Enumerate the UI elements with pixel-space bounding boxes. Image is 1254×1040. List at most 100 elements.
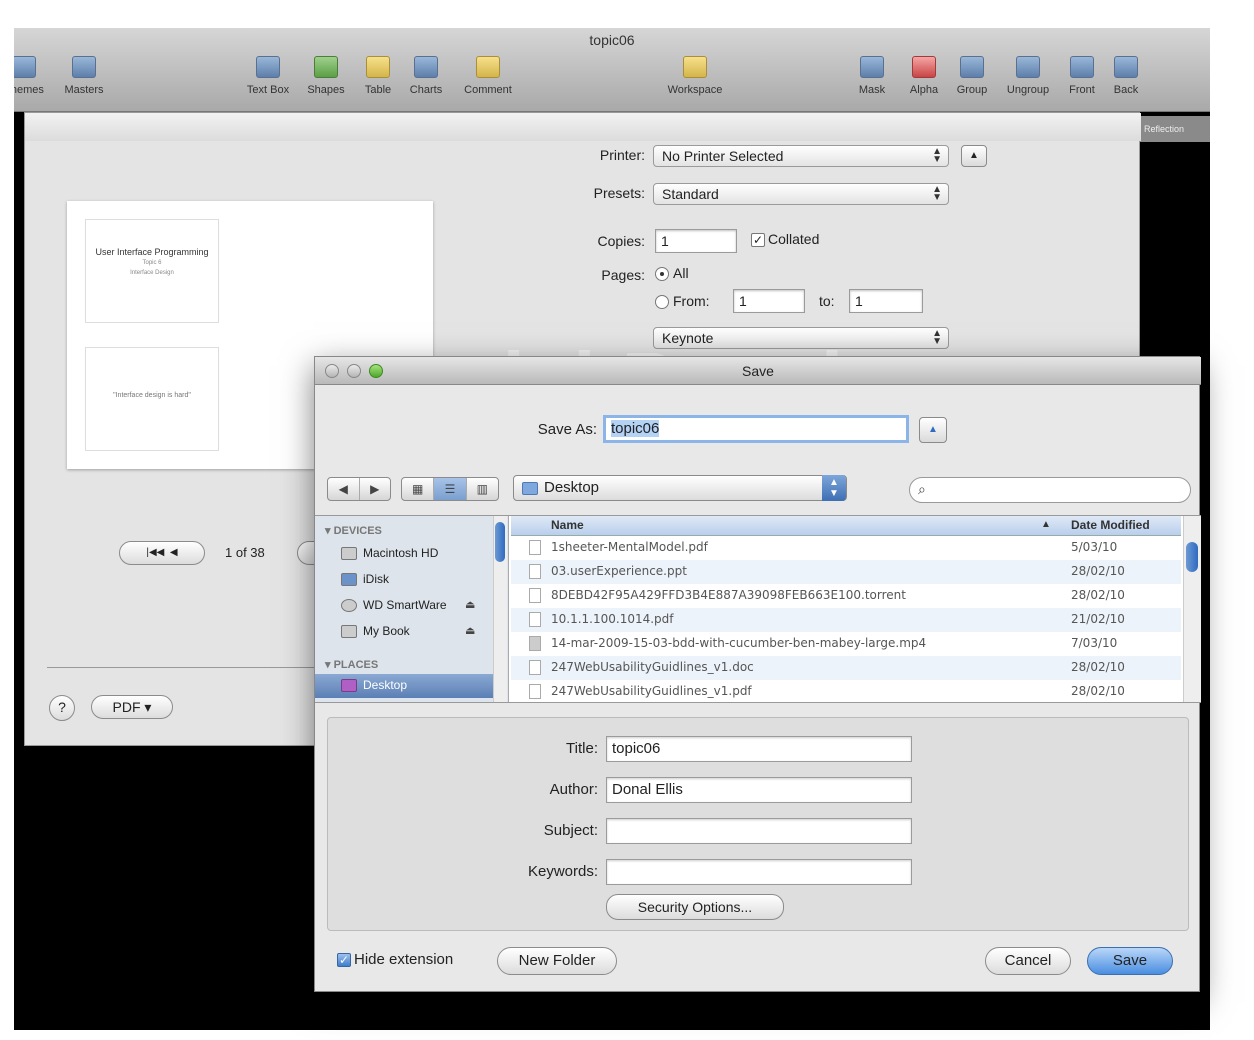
masters-icon <box>72 56 96 78</box>
security-options-button[interactable]: Security Options... <box>606 894 784 920</box>
column-header-date[interactable]: Date Modified <box>1071 518 1150 532</box>
sidebar-item-wd-smartware[interactable]: WD SmartWare <box>341 598 447 613</box>
file-row[interactable]: 247WebUsabilityGuidlines_v1.pdf 28/02/10 <box>511 680 1181 704</box>
help-button[interactable]: ? <box>49 695 75 721</box>
copies-field[interactable]: 1 <box>655 229 737 253</box>
toolbar-shapes[interactable]: Shapes <box>298 56 354 96</box>
popup-arrows-icon: ▲ ▼ <box>932 328 942 347</box>
collated-label: Collated <box>768 231 820 247</box>
file-date: 5/03/10 <box>1071 540 1118 554</box>
sidebar-item-my-book[interactable]: My Book <box>341 624 410 639</box>
forward-arrow-icon[interactable]: ▶ <box>360 478 391 500</box>
pages-from-radio[interactable]: From: <box>655 293 710 310</box>
file-icon <box>529 588 541 603</box>
list-view-icon[interactable]: ☰ <box>434 478 467 500</box>
toolbar-ungroup[interactable]: Ungroup <box>1000 56 1056 96</box>
back-arrow-icon[interactable]: ◀ <box>328 478 360 500</box>
collated-checkbox[interactable]: ✓ Collated <box>751 231 820 248</box>
eject-icon[interactable]: ⏏ <box>465 598 475 611</box>
print-section-popup[interactable]: Keynote ▲ ▼ <box>653 327 949 349</box>
printer-value: No Printer Selected <box>662 148 784 164</box>
file-list-scroll-thumb[interactable] <box>1186 542 1198 572</box>
search-input[interactable]: ⌕ <box>909 477 1191 503</box>
toolbar-comment[interactable]: Comment <box>460 56 516 96</box>
file-name: 8DEBD42F95A429FFD3B4E887A39098FEB663E100… <box>551 588 906 602</box>
save-button[interactable]: Save <box>1087 947 1173 975</box>
file-row[interactable]: 8DEBD42F95A429FFD3B4E887A39098FEB663E100… <box>511 584 1181 608</box>
slide-quote: "Interface design is hard" <box>113 392 191 399</box>
toolbar-masters[interactable]: Masters <box>56 56 112 96</box>
author-label: Author: <box>549 781 598 798</box>
window-toolbar: topic06 Themes Masters Text Box Shapes T… <box>14 28 1210 112</box>
slide-topic: Topic 6 <box>142 260 162 266</box>
file-icon <box>529 564 541 579</box>
view-mode-control[interactable]: ▦ ☰ ▥ <box>401 477 499 501</box>
idisk-icon <box>341 573 357 587</box>
hide-extension-checkbox[interactable]: ✓ Hide extension <box>337 951 453 968</box>
document-properties-panel: Title: topic06 Author: Donal Ellis Subje… <box>327 717 1189 931</box>
popup-arrows-icon: ▲ ▼ <box>932 184 942 203</box>
save-as-field[interactable]: topic06 <box>603 415 909 443</box>
file-icon <box>529 684 541 699</box>
column-view-icon[interactable]: ▥ <box>467 478 498 500</box>
expand-dialog-button[interactable]: ▲ <box>919 417 947 443</box>
sidebar-header-devices: ▾ DEVICES <box>325 525 382 537</box>
slide-topic-name: Interface Design <box>130 270 174 276</box>
keywords-label: Keywords: <box>527 863 598 880</box>
sidebar-scrollbar[interactable] <box>493 516 507 702</box>
file-list-scrollbar[interactable] <box>1183 516 1201 702</box>
pdf-menu-button[interactable]: PDF ▾ <box>91 695 173 719</box>
subject-label: Subject: <box>543 822 598 839</box>
location-popup[interactable]: Desktop ▲ ▼ <box>513 475 847 501</box>
toolbar-themes[interactable]: Themes <box>14 56 52 96</box>
new-folder-button[interactable]: New Folder <box>497 947 617 975</box>
file-name: 247WebUsabilityGuidlines_v1.pdf <box>551 684 752 698</box>
toolbar-text-box[interactable]: Text Box <box>240 56 296 96</box>
save-as-value: topic06 <box>611 420 660 437</box>
eject-icon[interactable]: ⏏ <box>465 624 475 637</box>
copies-label: Copies: <box>597 233 645 249</box>
printer-popup[interactable]: No Printer Selected ▲ ▼ <box>653 145 949 167</box>
file-row[interactable]: 03.userExperience.ppt 28/02/10 <box>511 560 1181 584</box>
disclosure-button[interactable]: ▲ <box>961 145 987 167</box>
pages-all-radio[interactable]: All <box>655 265 689 282</box>
comment-icon <box>476 56 500 78</box>
presets-label: Presets: <box>593 185 645 201</box>
file-row[interactable]: 1sheeter-MentalModel.pdf 5/03/10 <box>511 536 1181 560</box>
slide-title: User Interface Programming <box>95 247 209 257</box>
toolbar-mask[interactable]: Mask <box>844 56 900 96</box>
keywords-field[interactable] <box>606 859 912 885</box>
file-row[interactable]: 10.1.1.100.1014.pdf 21/02/10 <box>511 608 1181 632</box>
sidebar-scroll-thumb[interactable] <box>495 522 505 562</box>
to-label: to: <box>819 293 835 309</box>
page-nav-buttons[interactable]: |◀◀ ◀ <box>119 541 205 565</box>
toolbar-workspace[interactable]: Workspace <box>656 56 734 96</box>
cancel-button[interactable]: Cancel <box>985 947 1071 975</box>
sidebar-item-macintosh-hd[interactable]: Macintosh HD <box>341 546 438 561</box>
presets-popup[interactable]: Standard ▲ ▼ <box>653 183 949 205</box>
file-date: 28/02/10 <box>1071 684 1125 698</box>
column-header-name[interactable]: Name <box>551 518 584 532</box>
sidebar-item-desktop[interactable]: Desktop <box>315 674 495 698</box>
to-page-field[interactable]: 1 <box>849 289 923 313</box>
file-name: 10.1.1.100.1014.pdf <box>551 612 674 626</box>
mask-icon <box>860 56 884 78</box>
reflection-checkbox-label[interactable]: Reflection <box>1140 116 1210 142</box>
pages-from-label: From: <box>673 293 710 309</box>
toolbar-charts[interactable]: Charts <box>398 56 454 96</box>
toolbar-group[interactable]: Group <box>944 56 1000 96</box>
file-list: Name ▲ Date Modified 1sheeter-MentalMode… <box>511 516 1201 702</box>
icon-view-icon[interactable]: ▦ <box>402 478 435 500</box>
file-date: 28/02/10 <box>1071 564 1125 578</box>
title-field[interactable]: topic06 <box>606 736 912 762</box>
save-dialog: Save Save As: topic06 ▲ ◀ ▶ ▦ ☰ ▥ Desktop ▲… <box>314 356 1201 992</box>
subject-field[interactable] <box>606 818 912 844</box>
file-name: 247WebUsabilityGuidlines_v1.doc <box>551 660 754 674</box>
back-forward-control[interactable]: ◀ ▶ <box>327 477 391 501</box>
from-page-field[interactable]: 1 <box>733 289 805 313</box>
file-row[interactable]: 247WebUsabilityGuidlines_v1.doc 28/02/10 <box>511 656 1181 680</box>
author-field[interactable]: Donal Ellis <box>606 777 912 803</box>
file-row[interactable]: 14-mar-2009-15-03-bdd-with-cucumber-ben-… <box>511 632 1181 656</box>
toolbar-back[interactable]: Back <box>1098 56 1154 96</box>
sidebar-item-idisk[interactable]: iDisk <box>341 572 389 587</box>
